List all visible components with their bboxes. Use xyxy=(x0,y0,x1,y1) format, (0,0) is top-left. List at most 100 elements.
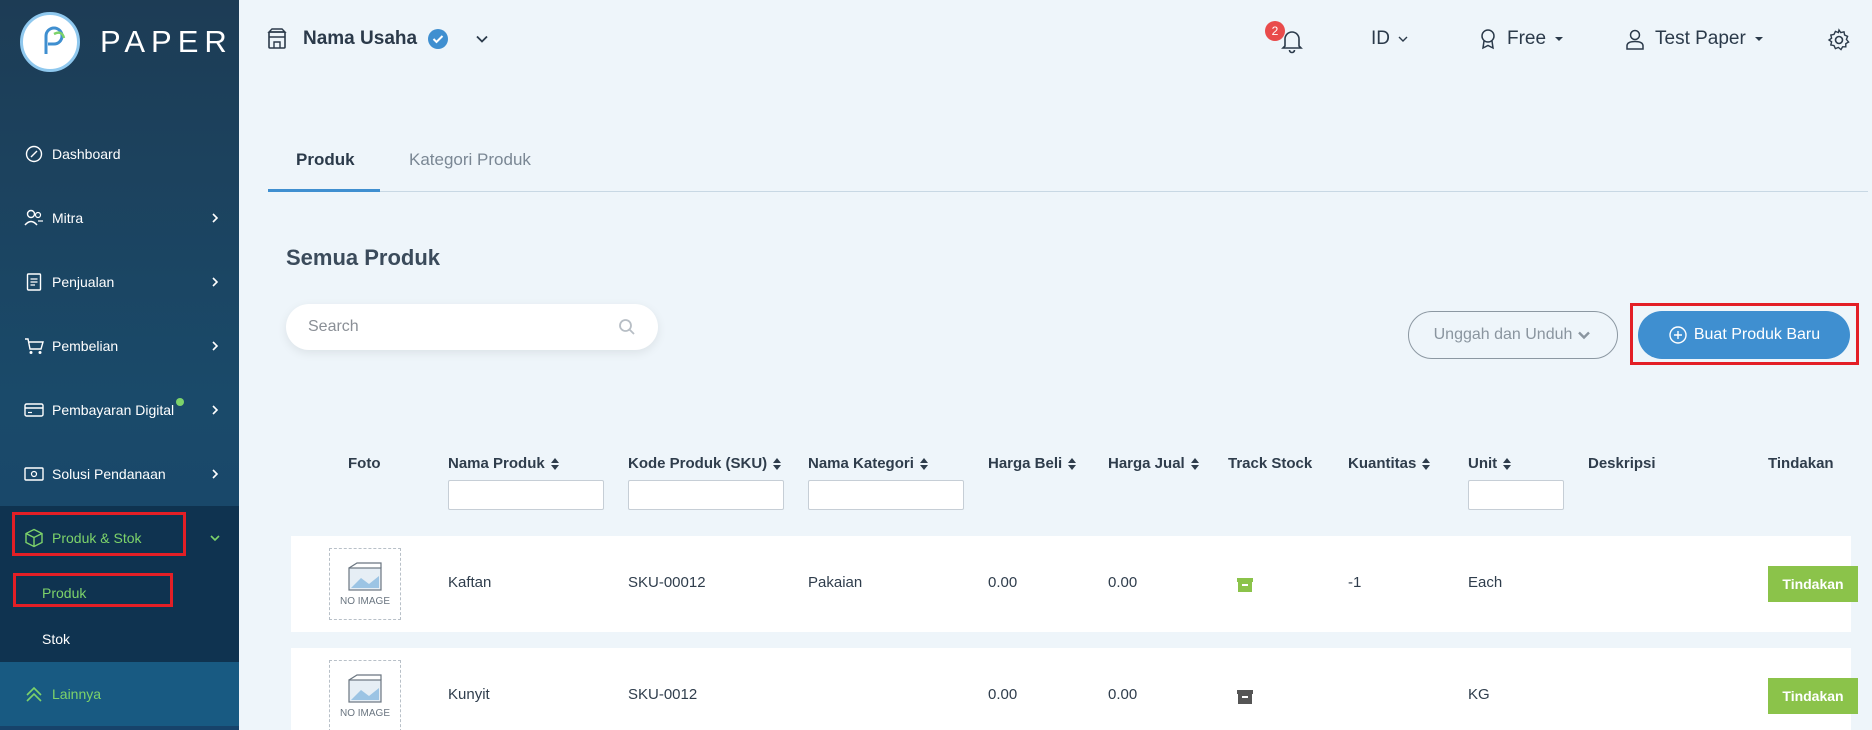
table-row[interactable]: NO IMAGE Kunyit SKU-0012 0.00 0.00 KG Ti… xyxy=(291,648,1858,730)
column-header-foto: Foto xyxy=(348,455,380,472)
cell-harga-beli: 0.00 xyxy=(988,574,1018,591)
tab-label: Kategori Produk xyxy=(409,150,531,169)
column-header-nama-produk[interactable]: Nama Produk xyxy=(448,455,560,472)
no-image-label: NO IMAGE xyxy=(339,707,390,719)
sidebar-item-pembayaran-digital[interactable]: Pembayaran Digital xyxy=(0,378,239,442)
column-header-unit[interactable]: Unit xyxy=(1468,455,1512,472)
award-icon xyxy=(1481,29,1495,50)
no-image-icon xyxy=(348,673,382,703)
column-label: Foto xyxy=(348,455,381,472)
no-image-label: NO IMAGE xyxy=(339,595,390,607)
user-icon xyxy=(1626,29,1644,50)
filter-unit[interactable] xyxy=(1468,480,1564,510)
column-label: Deskripsi xyxy=(1588,455,1656,472)
sidebar-item-mitra[interactable]: Mitra xyxy=(0,186,239,250)
cell-sku: SKU-00012 xyxy=(628,574,706,591)
cell-kategori: Pakaian xyxy=(808,574,863,591)
document-icon xyxy=(24,272,44,292)
notification-badge: 2 xyxy=(1265,21,1285,41)
user-menu[interactable]: Test Paper xyxy=(1625,28,1764,50)
language-label: ID xyxy=(1371,28,1390,49)
sidebar-item-label: Mitra xyxy=(52,210,84,226)
column-label: Kuantitas xyxy=(1348,455,1417,472)
sort-icon xyxy=(550,457,559,470)
plan-selector[interactable]: Free xyxy=(1479,28,1564,50)
tab-produk[interactable]: Produk xyxy=(296,150,355,170)
sidebar-item-solusi-pendanaan[interactable]: Solusi Pendanaan xyxy=(0,442,239,506)
column-label: Tindakan xyxy=(1768,455,1834,472)
cell-kuantitas: -1 xyxy=(1348,574,1362,591)
column-header-harga-jual[interactable]: Harga Jual xyxy=(1108,455,1200,472)
sort-icon xyxy=(1190,457,1199,470)
cell-harga-jual: 0.00 xyxy=(1108,574,1138,591)
sort-icon xyxy=(773,457,782,470)
sidebar-item-label: Penjualan xyxy=(52,274,115,290)
row-action-button[interactable]: Tindakan xyxy=(1768,566,1858,602)
dashboard-icon xyxy=(24,144,44,164)
caret-down-icon xyxy=(1555,37,1564,41)
paper-logo-icon xyxy=(20,12,80,72)
tab-label: Produk xyxy=(296,150,355,169)
card-icon xyxy=(24,400,44,420)
column-label: Harga Jual xyxy=(1108,455,1185,472)
sort-icon xyxy=(1503,457,1512,470)
filter-kode-produk[interactable] xyxy=(628,480,784,510)
column-label: Kode Produk (SKU) xyxy=(628,455,768,472)
column-label: Nama Produk xyxy=(448,455,545,472)
caret-down-icon xyxy=(1754,37,1763,41)
sidebar-item-label: Pembelian xyxy=(52,338,119,354)
sort-icon xyxy=(919,457,928,470)
plan-label: Free xyxy=(1507,28,1547,49)
column-header-nama-kategori[interactable]: Nama Kategori xyxy=(808,455,929,472)
chevron-right-icon xyxy=(212,469,219,479)
sidebar: PAPER Dashboard Mitra Penjualan Pembelia… xyxy=(0,0,239,730)
sidebar-item-lainnya[interactable]: Lainnya xyxy=(0,662,239,726)
settings-button[interactable] xyxy=(1827,28,1851,52)
page-title: Semua Produk xyxy=(286,245,441,270)
product-image-placeholder: NO IMAGE xyxy=(329,548,401,620)
tab-kategori-produk[interactable]: Kategori Produk xyxy=(409,150,531,170)
active-tab-indicator xyxy=(268,189,380,192)
brand-logo[interactable]: PAPER xyxy=(20,12,233,72)
cell-sku: SKU-0012 xyxy=(628,686,698,703)
sidebar-item-label: Dashboard xyxy=(52,146,121,162)
column-header-tindakan: Tindakan xyxy=(1768,455,1834,472)
column-header-harga-beli[interactable]: Harga Beli xyxy=(988,455,1077,472)
highlight-box-produk-stok xyxy=(12,512,186,556)
sort-icon xyxy=(1068,457,1077,470)
notifications-button[interactable]: 2 xyxy=(1265,21,1305,54)
sidebar-item-pembelian[interactable]: Pembelian xyxy=(0,314,239,378)
column-header-kode-produk[interactable]: Kode Produk (SKU) xyxy=(628,455,782,472)
chevron-down-icon xyxy=(476,35,488,43)
column-header-kuantitas[interactable]: Kuantitas xyxy=(1348,455,1431,472)
sidebar-nav: Dashboard Mitra Penjualan Pembelian Pemb… xyxy=(0,122,239,726)
sidebar-item-dashboard[interactable]: Dashboard xyxy=(0,122,239,186)
sidebar-item-penjualan[interactable]: Penjualan xyxy=(0,250,239,314)
chevron-right-icon xyxy=(212,341,219,351)
store-icon xyxy=(267,28,287,49)
table-row[interactable]: NO IMAGE Kaftan SKU-00012 Pakaian 0.00 0… xyxy=(291,536,1858,632)
sidebar-subitem-stok[interactable]: Stok xyxy=(0,616,239,662)
language-selector[interactable]: ID xyxy=(1371,28,1410,50)
sidebar-item-label: Pembayaran Digital xyxy=(52,402,175,418)
cell-unit: Each xyxy=(1468,574,1503,591)
search-icon[interactable] xyxy=(618,318,636,336)
money-icon xyxy=(24,464,44,484)
highlight-box-create-button xyxy=(1630,303,1859,365)
chevron-right-icon xyxy=(212,277,219,287)
filter-nama-kategori[interactable] xyxy=(808,480,964,510)
product-image-placeholder: NO IMAGE xyxy=(329,660,401,730)
search-input[interactable] xyxy=(308,318,618,336)
no-image-icon xyxy=(348,561,382,591)
business-switcher[interactable]: Nama Usaha xyxy=(267,28,491,50)
row-action-button[interactable]: Tindakan xyxy=(1768,678,1858,714)
column-header-track-stock: Track Stock xyxy=(1228,455,1312,472)
business-name: Nama Usaha xyxy=(303,28,418,49)
column-label: Unit xyxy=(1468,455,1498,472)
user-name: Test Paper xyxy=(1655,28,1746,49)
chevron-right-icon xyxy=(212,213,219,223)
track-stock-inactive-icon xyxy=(1237,690,1253,708)
filter-nama-produk[interactable] xyxy=(448,480,604,510)
chevron-right-icon xyxy=(212,405,219,415)
upload-download-button[interactable]: Unggah dan Unduh xyxy=(1408,311,1618,359)
